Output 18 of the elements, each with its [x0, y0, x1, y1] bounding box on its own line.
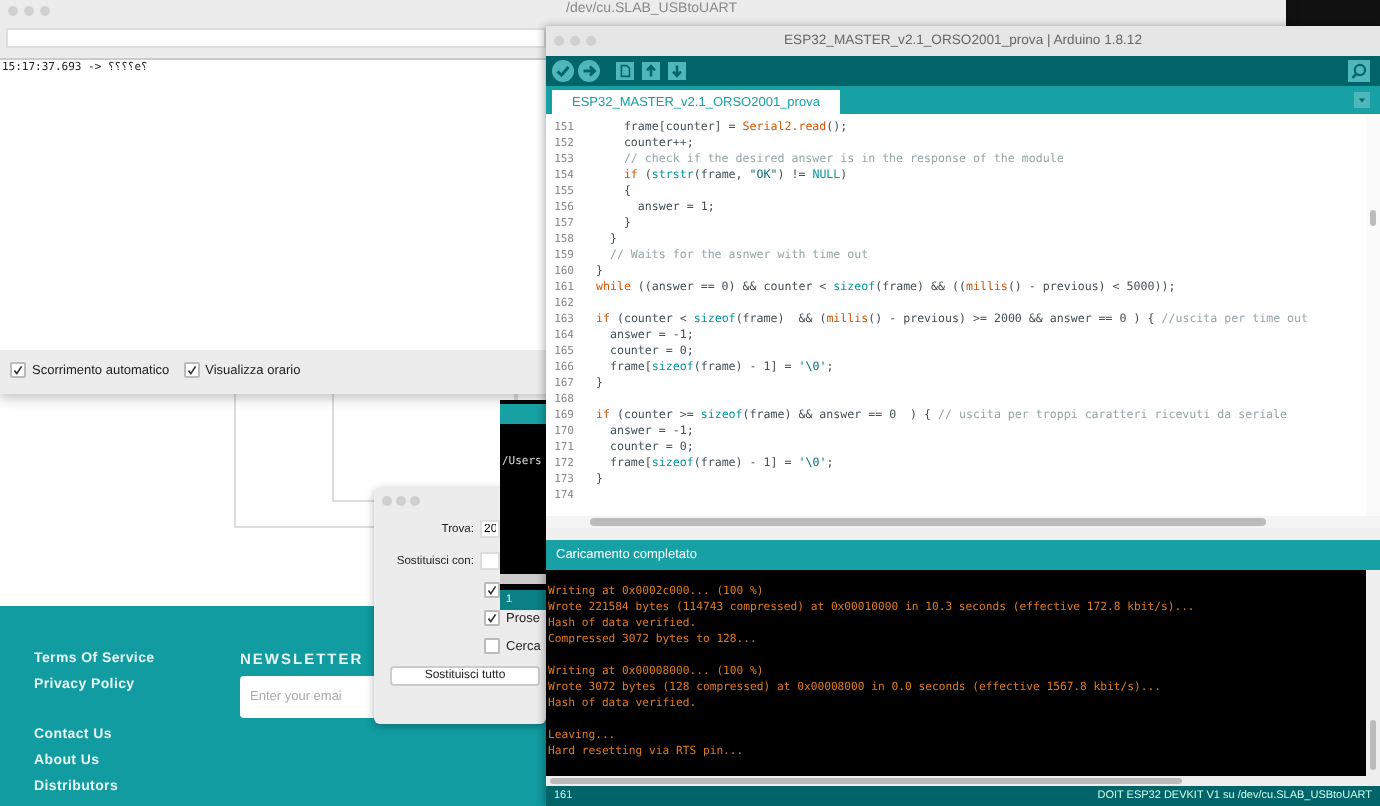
scrollbar-thumb[interactable]: [1370, 210, 1376, 226]
checkbox[interactable]: [183, 362, 200, 378]
scrollbar-thumb[interactable]: [550, 778, 1182, 784]
verify-icon[interactable]: [552, 60, 574, 82]
send-field[interactable]: [6, 28, 546, 48]
upload-icon[interactable]: [578, 60, 600, 82]
arrow-up-icon[interactable]: [642, 62, 660, 80]
search-icon[interactable]: [1348, 60, 1370, 82]
scrollbar-thumb[interactable]: [590, 518, 1266, 526]
input-field[interactable]: [480, 552, 500, 570]
arrow-down-icon[interactable]: [668, 62, 686, 80]
checkbox[interactable]: [484, 610, 500, 626]
checkbox[interactable]: [484, 582, 500, 598]
new-file-icon[interactable]: [616, 62, 634, 80]
dropdown-icon[interactable]: [1354, 92, 1370, 108]
checkbox[interactable]: [10, 362, 26, 378]
checkbox[interactable]: [484, 638, 500, 654]
scrollbar-thumb[interactable]: [1370, 720, 1376, 770]
